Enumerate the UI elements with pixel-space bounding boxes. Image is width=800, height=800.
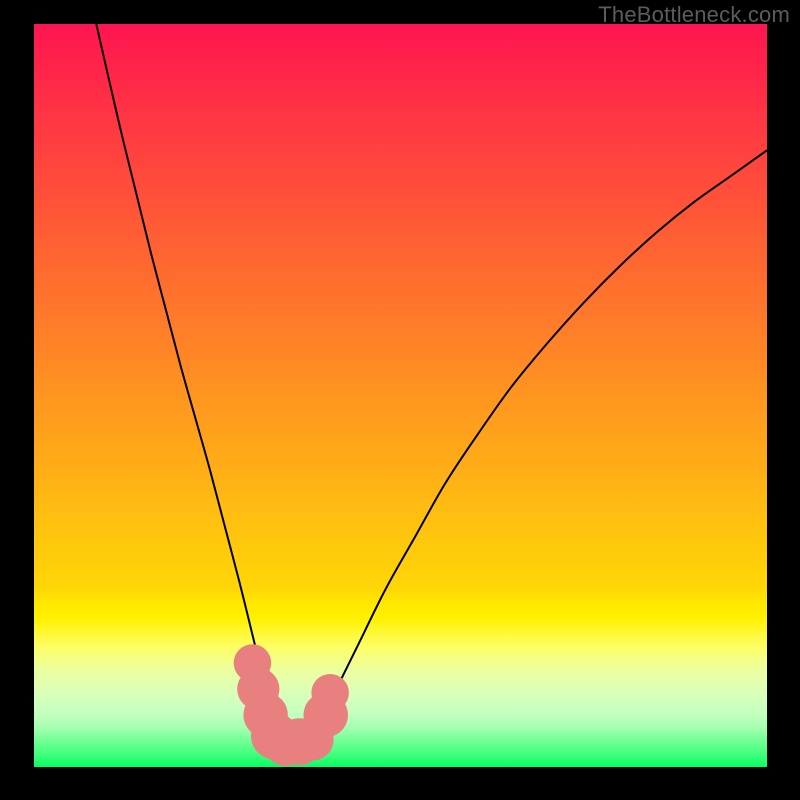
chart-stage: TheBottleneck.com — [0, 0, 800, 800]
plot-svg — [34, 24, 767, 767]
plot-area — [34, 24, 767, 767]
watermark-text: TheBottleneck.com — [598, 2, 790, 28]
gradient-background — [34, 24, 767, 767]
marker-point — [311, 674, 349, 712]
